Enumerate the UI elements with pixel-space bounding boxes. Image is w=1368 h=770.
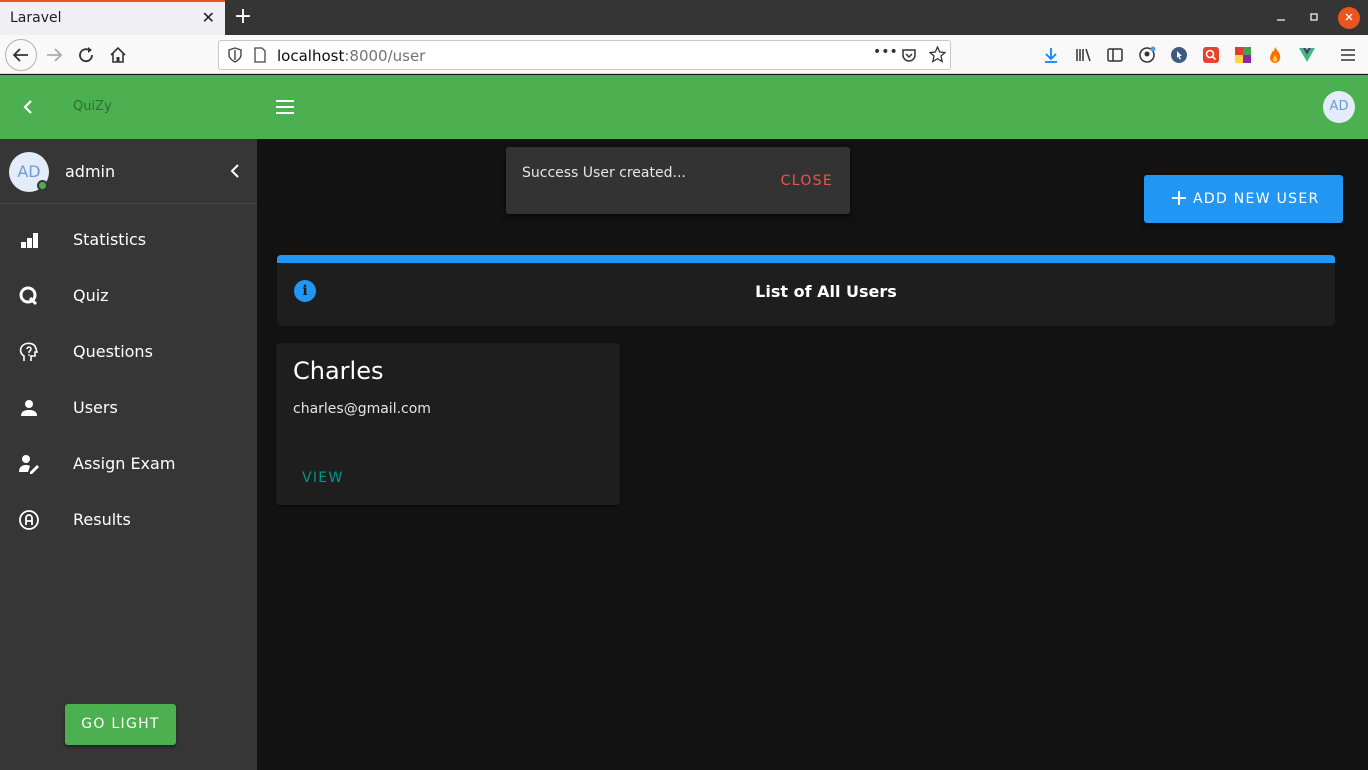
back-arrow-icon[interactable] (5, 39, 37, 71)
menu-toggle-icon[interactable] (275, 99, 295, 119)
browser-nav-bar: localhost:8000/user ••• (0, 35, 1368, 74)
users-list-alert: i List of All Users (277, 255, 1335, 326)
success-snackbar: Success User created... CLOSE (506, 147, 850, 214)
add-user-label: ADD NEW USER (1193, 191, 1320, 207)
sidebar-item-quiz[interactable]: Quiz (0, 268, 257, 324)
sidebar-toggle-icon[interactable] (1101, 41, 1129, 69)
sidebar-item-statistics[interactable]: Statistics (0, 212, 257, 268)
sidebar-item-label: Users (73, 398, 118, 417)
sidebar-item-results[interactable]: Results (0, 492, 257, 548)
sidebar-item-users[interactable]: Users (0, 380, 257, 436)
browser-tab-bar: Laravel ✕ + (0, 0, 1368, 35)
minimize-icon[interactable] (1270, 7, 1292, 29)
online-status-dot (37, 180, 48, 191)
snackbar-message: Success User created... (522, 165, 686, 181)
person-icon (17, 396, 41, 420)
home-icon[interactable] (104, 41, 132, 69)
head-question-icon (17, 340, 41, 364)
sidebar-item-assign-exam[interactable]: Assign Exam (0, 436, 257, 492)
extension-color-icon[interactable] (1229, 41, 1257, 69)
url-text: localhost:8000/user (277, 47, 425, 65)
hamburger-menu-icon[interactable] (1334, 41, 1362, 69)
profile-name: admin (65, 162, 116, 181)
user-name: Charles (293, 357, 384, 385)
extension-vue-icon[interactable] (1293, 41, 1321, 69)
page-title: List of All Users (755, 282, 897, 301)
user-email: charles@gmail.com (293, 401, 431, 417)
sidebar: AD admin Statistics Quiz Questions Users (0, 139, 257, 770)
person-edit-icon (17, 452, 41, 476)
tab-title: Laravel (10, 10, 62, 26)
add-user-button[interactable]: ADD NEW USER (1144, 175, 1343, 223)
sidebar-item-label: Questions (73, 342, 153, 361)
sidebar-item-label: Assign Exam (73, 454, 176, 473)
page-info-icon[interactable] (252, 47, 268, 67)
url-host: localhost (277, 47, 345, 65)
tab-close-icon[interactable]: ✕ (202, 8, 215, 27)
reload-icon[interactable] (72, 41, 100, 69)
extension-cursor-icon[interactable] (1165, 41, 1193, 69)
page-actions-icon[interactable]: ••• (873, 44, 898, 60)
sidebar-item-label: Quiz (73, 286, 109, 305)
quiz-q-icon (17, 284, 41, 308)
url-bar[interactable]: localhost:8000/user ••• (218, 40, 951, 70)
extension-fire-icon[interactable] (1261, 41, 1289, 69)
header-avatar[interactable]: AD (1323, 91, 1355, 123)
plus-icon (1171, 186, 1187, 212)
brand-name: QuiZy (73, 99, 112, 114)
theme-toggle-button[interactable]: GO LIGHT (65, 704, 176, 745)
library-icon[interactable] (1069, 41, 1097, 69)
bookmark-star-icon[interactable] (928, 45, 947, 67)
window-close-icon[interactable] (1338, 7, 1360, 29)
user-card: Charles charles@gmail.com VIEW (276, 343, 620, 505)
chevron-left-icon[interactable] (227, 161, 245, 181)
sidebar-item-label: Results (73, 510, 131, 529)
maximize-icon[interactable] (1303, 7, 1325, 29)
forward-arrow-icon[interactable] (40, 41, 68, 69)
new-tab-button[interactable]: + (232, 3, 254, 31)
chevron-left-icon[interactable] (20, 99, 36, 119)
download-icon[interactable] (1037, 41, 1065, 69)
extension-search-icon[interactable] (1197, 41, 1225, 69)
snackbar-close-button[interactable]: CLOSE (781, 173, 833, 189)
view-user-button[interactable]: VIEW (302, 470, 344, 486)
browser-tab[interactable]: Laravel ✕ (0, 0, 225, 35)
sidebar-profile: AD admin (0, 139, 257, 204)
account-icon[interactable] (1133, 41, 1161, 69)
url-path: :8000/user (344, 47, 426, 65)
alpha-a-circle-icon (17, 508, 41, 532)
app-header: QuiZy AD (0, 75, 1368, 139)
shield-icon[interactable] (227, 47, 243, 67)
sidebar-item-label: Statistics (73, 230, 147, 249)
bar-chart-icon (17, 228, 41, 252)
pocket-icon[interactable] (901, 47, 917, 67)
sidebar-item-questions[interactable]: Questions (0, 324, 257, 380)
